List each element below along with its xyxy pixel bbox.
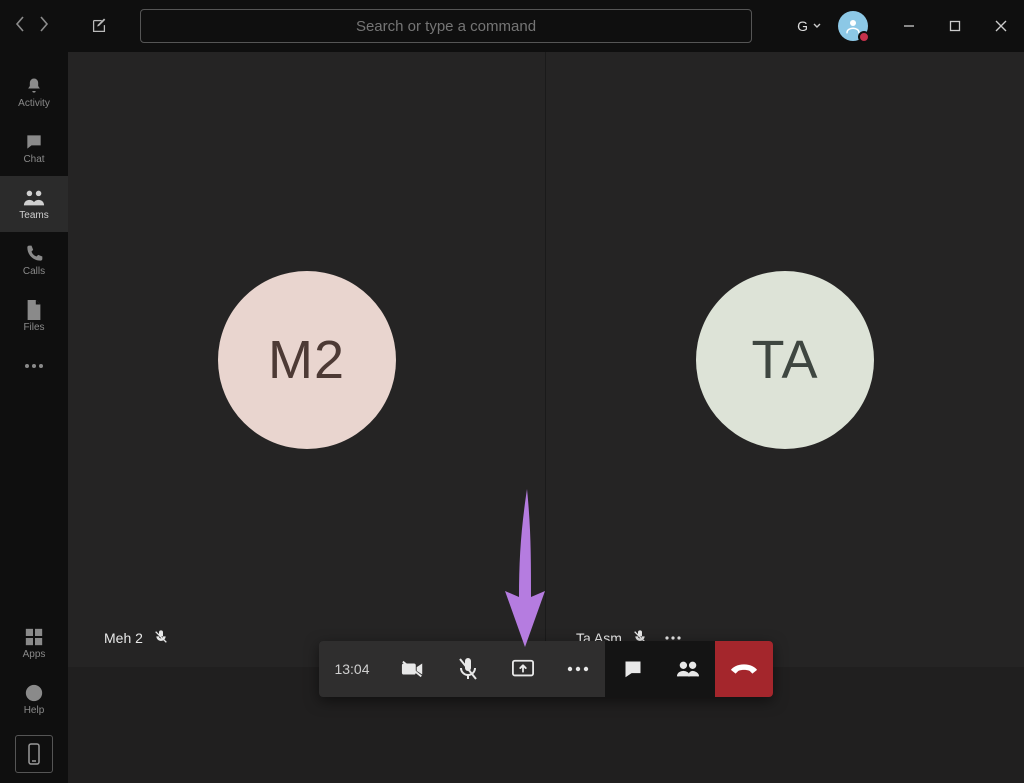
rail-help[interactable]: Help xyxy=(0,671,68,727)
profile-avatar[interactable] xyxy=(838,11,868,41)
chat-panel-button[interactable] xyxy=(605,641,660,697)
share-screen-button[interactable] xyxy=(495,641,550,697)
search-input[interactable] xyxy=(141,10,751,42)
avatar-initials: TA xyxy=(752,329,819,391)
phone-icon xyxy=(24,244,44,264)
apps-icon xyxy=(24,627,44,647)
ellipsis-icon xyxy=(24,363,44,369)
rail-chat[interactable]: Chat xyxy=(0,120,68,176)
participants-panel-button[interactable] xyxy=(660,641,715,697)
org-label: G xyxy=(797,18,808,34)
back-button[interactable] xyxy=(14,15,26,38)
window-maximize-button[interactable] xyxy=(932,0,978,52)
rail-activity[interactable]: Activity xyxy=(0,64,68,120)
camera-off-icon xyxy=(401,659,425,679)
people-icon xyxy=(676,659,700,679)
left-rail: Activity Chat Teams Calls Files Apps xyxy=(0,52,68,783)
mic-muted-icon xyxy=(153,629,169,648)
search-box[interactable] xyxy=(140,9,752,43)
call-timer: 13:04 xyxy=(319,641,385,697)
mic-off-icon xyxy=(458,657,478,681)
rail-device-button[interactable] xyxy=(15,735,53,773)
rail-teams[interactable]: Teams xyxy=(0,176,68,232)
rail-calls[interactable]: Calls xyxy=(0,232,68,288)
avatar-initials: M2 xyxy=(268,329,345,391)
window-close-button[interactable] xyxy=(978,0,1024,52)
title-bar: G xyxy=(0,0,1024,52)
rail-files[interactable]: Files xyxy=(0,288,68,344)
chevron-down-icon xyxy=(812,21,822,31)
participant-avatar: M2 xyxy=(218,271,396,449)
presence-busy-icon xyxy=(858,31,870,43)
compose-icon[interactable] xyxy=(90,17,108,35)
participant-avatar: TA xyxy=(696,271,874,449)
participant-tile[interactable]: TA Ta Asm xyxy=(546,52,1024,667)
help-icon xyxy=(24,683,44,703)
share-icon xyxy=(512,659,534,679)
participant-tile[interactable]: M2 Meh 2 xyxy=(68,52,546,667)
call-control-bar: 13:04 xyxy=(319,641,773,697)
window-minimize-button[interactable] xyxy=(886,0,932,52)
file-icon xyxy=(25,300,43,320)
chat-icon xyxy=(24,132,44,152)
chat-icon xyxy=(623,659,643,679)
bell-icon xyxy=(24,76,44,96)
toggle-camera-button[interactable] xyxy=(385,641,440,697)
hang-up-button[interactable] xyxy=(715,641,773,697)
forward-button[interactable] xyxy=(38,15,50,38)
call-stage: M2 Meh 2 TA Ta Asm xyxy=(68,52,1024,783)
rail-more[interactable] xyxy=(0,344,68,388)
device-icon xyxy=(27,743,41,765)
ellipsis-icon xyxy=(567,666,589,672)
hang-up-icon xyxy=(730,661,758,677)
participant-name: Meh 2 xyxy=(104,630,143,646)
rail-apps[interactable]: Apps xyxy=(0,615,68,671)
teams-icon xyxy=(23,188,45,208)
org-switcher[interactable]: G xyxy=(797,18,822,34)
toggle-mic-button[interactable] xyxy=(440,641,495,697)
more-actions-button[interactable] xyxy=(550,641,605,697)
